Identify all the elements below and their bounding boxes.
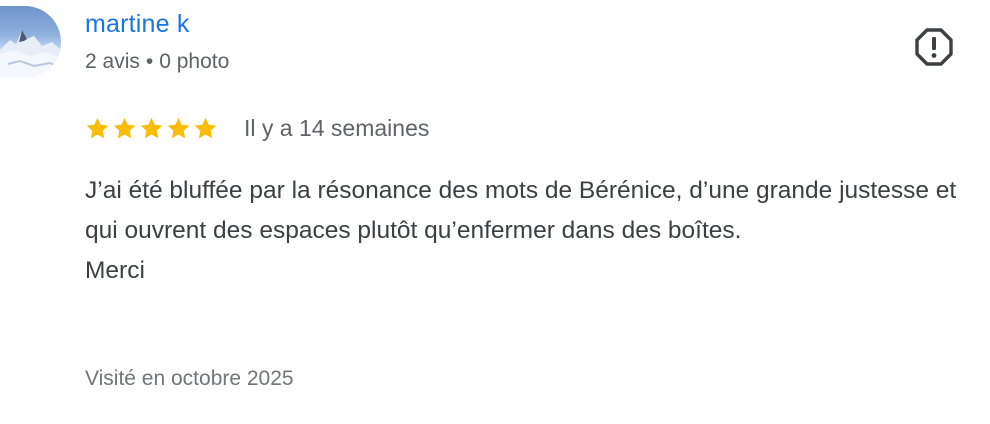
star-icon	[167, 117, 190, 138]
author-name-link[interactable]: martine k	[85, 10, 190, 39]
author-meta: 2 avis • 0 photo	[85, 50, 229, 74]
star-icon	[194, 117, 217, 138]
meta-separator: •	[145, 50, 154, 73]
report-octagon-icon	[915, 28, 953, 66]
review-text: J’ai été bluffée par la résonance des mo…	[85, 171, 975, 291]
star-icon	[86, 117, 109, 138]
review-text-closing: Merci	[85, 257, 145, 284]
review-text-paragraph: J’ai été bluffée par la résonance des mo…	[85, 177, 957, 244]
review-date: Il y a 14 semaines	[244, 114, 430, 141]
avatar-mountain-image	[0, 30, 61, 78]
report-review-button[interactable]	[913, 27, 955, 67]
author-photos-count: 0 photo	[159, 50, 230, 73]
author-reviews-count: 2 avis	[85, 50, 140, 73]
star-icon	[113, 117, 136, 138]
avatar[interactable]	[0, 6, 61, 78]
visit-date: Visité en octobre 2025	[85, 367, 294, 390]
star-icon	[140, 117, 163, 138]
star-rating	[85, 116, 218, 141]
review-card: martine k 2 avis • 0 photo Il y a 14 semai…	[0, 0, 990, 424]
rating-row: Il y a 14 semaines	[85, 114, 429, 142]
